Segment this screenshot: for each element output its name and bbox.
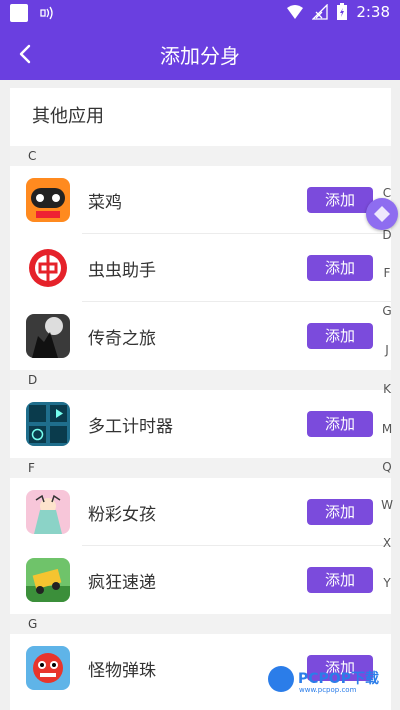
add-button[interactable]: 添加 [307,187,373,213]
list-item[interactable]: 粉彩女孩 添加 [10,478,391,546]
caiji-app-icon [26,178,70,222]
section-header-f: F [10,458,391,478]
app-name: 多工计时器 [88,417,173,437]
app-name: 菜鸡 [88,193,122,213]
watermark: PCPOP下载 www.pcpop.com [268,664,394,698]
add-button[interactable]: 添加 [307,411,373,437]
wifi-icon [287,5,304,19]
signal-icon [312,4,328,20]
index-letter[interactable]: Y [380,576,394,590]
watermark-url: www.pcpop.com [299,686,357,694]
section-header-d: D [10,370,391,390]
status-bar: 2:38 [0,0,400,28]
chuanqi-app-icon [26,314,70,358]
app-list-card: 其他应用 C 菜鸡 添加 虫虫助手 添加 传奇之旅 添加 D 多工计时器 添加 … [10,88,391,710]
index-letter[interactable]: W [380,498,394,512]
watermark-brand: PCPOP下载 [298,671,379,687]
index-letter[interactable]: X [380,536,394,550]
chongchong-app-icon [26,246,70,290]
list-item[interactable]: 多工计时器 添加 [10,390,391,458]
add-button[interactable]: 添加 [307,567,373,593]
list-item[interactable]: 疯狂速递 添加 [10,546,391,614]
list-item[interactable]: 传奇之旅 添加 [10,302,391,370]
app-name: 虫虫助手 [88,261,156,281]
fengkuang-app-icon [26,558,70,602]
app-name: 传奇之旅 [88,329,156,349]
add-button[interactable]: 添加 [307,499,373,525]
battery-icon [337,3,348,20]
alarm-icon [40,6,53,20]
timer-app-icon [26,402,70,446]
list-item[interactable]: 菜鸡 添加 [10,166,391,234]
floating-assist-button[interactable] [366,198,398,230]
list-item[interactable]: 虫虫助手 添加 [10,234,391,302]
section-header-g: G [10,614,391,634]
guaiwu-app-icon [26,646,70,690]
fencai-app-icon [26,490,70,534]
page-title: 添加分身 [160,44,240,68]
add-button[interactable]: 添加 [307,255,373,281]
index-letter[interactable]: K [380,382,394,396]
notification-icon [10,4,28,22]
section-header-c: C [10,146,391,166]
pcpop-logo-icon [268,666,294,692]
index-letter[interactable]: M [380,422,394,436]
clock-time: 2:38 [356,3,390,21]
app-name: 粉彩女孩 [88,505,156,525]
index-letter[interactable]: J [380,343,394,357]
index-letter[interactable]: Q [380,460,394,474]
index-letter[interactable]: G [380,304,394,318]
add-button[interactable]: 添加 [307,323,373,349]
card-header: 其他应用 [32,106,104,127]
app-name: 怪物弹珠 [88,661,156,681]
index-letter[interactable]: F [380,266,394,280]
app-bar: 添加分身 [0,28,400,80]
app-name: 疯狂速递 [88,573,156,593]
diamond-icon [374,206,390,222]
index-letter[interactable]: D [380,228,394,242]
